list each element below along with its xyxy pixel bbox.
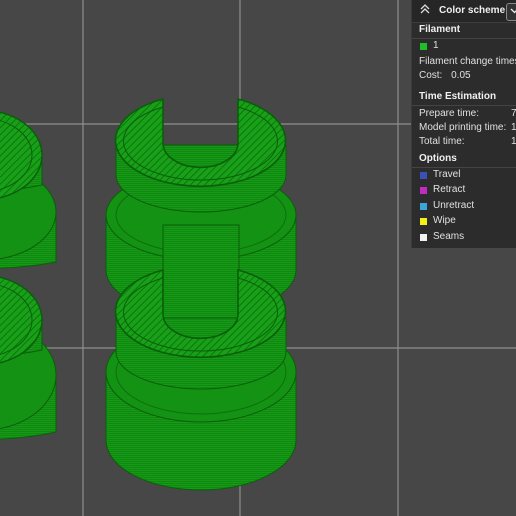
unretract-color-swatch [420, 203, 427, 210]
filament-color-swatch [420, 43, 427, 50]
model-printing-time-value: 1 [511, 121, 516, 135]
option-label: Seams [433, 231, 465, 242]
cost-label: Cost: [419, 70, 443, 81]
cost-value: 0.05 [451, 70, 471, 81]
seams-color-swatch [420, 234, 427, 241]
chevron-down-icon[interactable] [506, 3, 516, 21]
option-seams[interactable]: Seams [412, 230, 516, 245]
travel-color-swatch [420, 172, 427, 179]
option-wipe[interactable]: Wipe [412, 214, 516, 229]
option-label: Unretract [433, 200, 475, 211]
cost-row: Cost: 0.05 [419, 69, 471, 83]
total-time-value: 1 [511, 135, 516, 149]
wipe-color-swatch [420, 218, 427, 225]
option-label: Retract [433, 184, 466, 195]
retract-color-swatch [420, 187, 427, 194]
panel-header: Color scheme [412, 0, 516, 23]
options-heading: Options [412, 151, 516, 168]
panel-title: Color scheme [439, 5, 506, 16]
color-scheme-panel: Color scheme Filament 1 Filament change … [411, 0, 516, 248]
total-time-label: Total time: [419, 136, 465, 147]
prepare-time-value: 7 [511, 107, 516, 121]
option-travel[interactable]: Travel [412, 168, 516, 183]
option-label: Travel [433, 169, 461, 180]
option-retract[interactable]: Retract [412, 183, 516, 198]
time-estimation-heading: Time Estimation [412, 89, 516, 106]
double-chevron-up-icon[interactable] [418, 3, 432, 19]
model-printing-time-label: Model printing time: [419, 122, 507, 133]
prepare-time-label: Prepare time: [419, 108, 480, 119]
option-label: Wipe [433, 215, 456, 226]
left-part-top [0, 111, 57, 269]
filament-heading: Filament [412, 22, 516, 39]
left-part-bottom [0, 276, 57, 440]
filament-item-label: 1 [433, 40, 439, 51]
option-unretract[interactable]: Unretract [412, 199, 516, 214]
filament-change-times-label: Filament change times [419, 56, 516, 67]
